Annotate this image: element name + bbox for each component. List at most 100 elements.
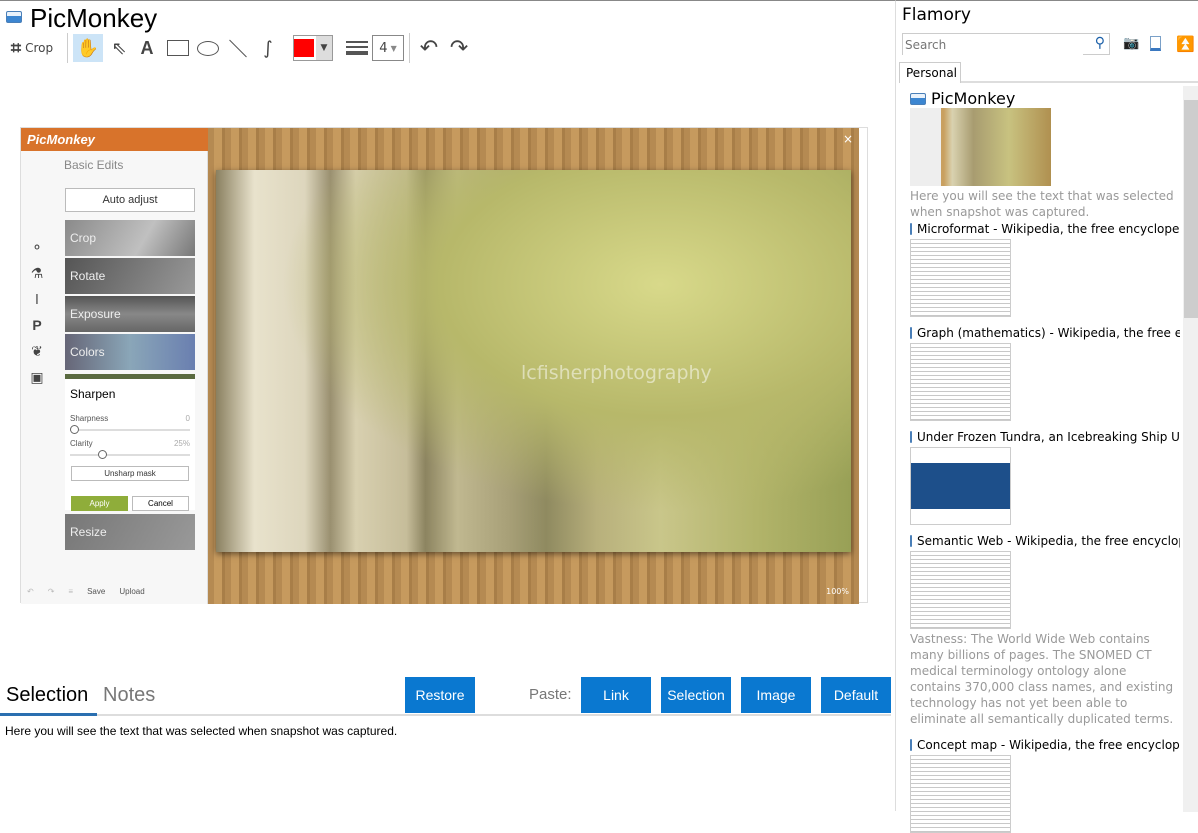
ellipse-tool-button[interactable] [196, 35, 220, 61]
snapshot-image[interactable]: PicMonkey Basic Edits Auto adjust ⚬ ⚗ ǀ P ❦ ▣… [20, 127, 868, 604]
colors-tool[interactable]: Colors [65, 334, 195, 370]
flamory-title: Flamory [902, 5, 971, 25]
text-icon[interactable]: P [28, 312, 46, 338]
thumbnail [910, 343, 1011, 421]
photo: lcfisherphotography [216, 170, 851, 552]
clarity-slider[interactable] [70, 450, 190, 459]
layers-icon[interactable]: ≡ [68, 587, 73, 596]
tab-selection[interactable]: Selection [6, 684, 88, 707]
paste-default-button[interactable]: Default [821, 677, 891, 713]
picmonkey-footer: ↶ ↷ ≡ Save Upload [27, 587, 207, 596]
collapse-icon[interactable]: ⏫ [1176, 35, 1195, 53]
rectangle-icon [167, 40, 189, 56]
app-icon [910, 223, 912, 235]
chevron-down-icon: ▼ [316, 36, 332, 60]
search-icon[interactable]: ⚲ [1095, 35, 1105, 51]
crop-button[interactable]: ⌗ Crop [6, 35, 58, 61]
tab-notes[interactable]: Notes [103, 684, 155, 707]
basic-edits-icon[interactable]: ⚬ [28, 234, 46, 260]
close-icon[interactable]: × [843, 132, 853, 146]
active-tab-indicator [0, 713, 97, 716]
undo-button[interactable]: ↶ [417, 35, 441, 61]
line-icon [229, 39, 247, 57]
camera-icon[interactable]: 📷 [1123, 36, 1139, 51]
zoom-level: 100% [826, 587, 849, 596]
rotate-tool[interactable]: Rotate [65, 258, 195, 294]
snapshot-item[interactable]: Graph (mathematics) - Wikipedia, the fre… [910, 326, 1180, 421]
app-icon [910, 327, 912, 339]
search-input[interactable] [903, 35, 1083, 55]
apply-button[interactable]: Apply [71, 496, 128, 511]
rectangle-tool-button[interactable] [166, 35, 190, 61]
text-icon: A [140, 37, 154, 58]
restore-button[interactable]: Restore [405, 677, 475, 713]
chevron-down-icon: ▼ [390, 43, 397, 53]
app-icon [910, 739, 912, 751]
clarity-label: Clarity [70, 439, 93, 448]
sharpness-slider[interactable] [70, 425, 190, 434]
line-width-icon [345, 35, 369, 61]
snapshot-pane: PicMonkey ⌗ Crop ✋ ⇖ A ∫ ▼ 4 ▼ ↶ ↷ PicMonk… [0, 0, 895, 811]
upload-link[interactable]: Upload [119, 587, 144, 596]
overlays-icon[interactable]: ❦ [28, 338, 46, 364]
snapshot-item[interactable]: Concept map - Wikipedia, the free encycl… [910, 738, 1180, 833]
pointer-tool-button[interactable]: ⇖ [108, 35, 130, 61]
cancel-button[interactable]: Cancel [132, 496, 189, 511]
tab-divider [960, 81, 1198, 83]
selection-text[interactable]: Here you will see the text that was sele… [5, 724, 397, 738]
redo-icon: ↷ [449, 35, 469, 61]
squiggle-icon: ∫ [263, 37, 273, 59]
snapshot-item[interactable]: Microformat - Wikipedia, the free encycl… [910, 222, 1180, 317]
clarity-value: 25% [173, 439, 190, 448]
resize-tool[interactable]: Resize [65, 514, 195, 550]
thumbnail [910, 755, 1011, 833]
frames-icon[interactable]: ▣ [28, 364, 46, 390]
app-icon [910, 431, 912, 443]
flamory-panel: Flamory ⚲ 📷 ⏫ Personal PicMonkey Here yo… [895, 0, 1198, 833]
window-title: PicMonkey [30, 3, 158, 33]
line-width-select[interactable]: 4 ▼ [372, 35, 404, 61]
app-icon [910, 92, 926, 105]
app-icon [6, 11, 22, 23]
effects-icon[interactable]: ⚗ [28, 260, 46, 286]
paste-image-button[interactable]: Image [741, 677, 811, 713]
search-box[interactable]: ⚲ [902, 33, 1110, 55]
sharpness-label: Sharpness [70, 414, 109, 423]
scrollbar[interactable] [1183, 86, 1198, 812]
paste-selection-button[interactable]: Selection [661, 677, 731, 713]
scrollbar-thumb[interactable] [1184, 100, 1198, 318]
unsharp-mask-button[interactable]: Unsharp mask [71, 466, 189, 481]
snapshot-item[interactable]: Semantic Web - Wikipedia, the free encyc… [910, 534, 1180, 727]
thumbnail [910, 447, 1011, 525]
tab-personal[interactable]: Personal [899, 62, 961, 83]
exposure-tool[interactable]: Exposure [65, 296, 195, 332]
sharpness-value: 0 [185, 414, 190, 423]
save-link[interactable]: Save [87, 587, 105, 596]
color-picker[interactable]: ▼ [293, 35, 333, 61]
thumbnail [910, 108, 1051, 186]
crop-icon: ⌗ [10, 37, 22, 59]
snapshot-item[interactable]: Under Frozen Tundra, an Icebreaking Ship… [910, 430, 1180, 525]
thumbnail [910, 239, 1011, 317]
paste-link-button[interactable]: Link [581, 677, 651, 713]
divider [409, 33, 410, 63]
text-tool-button[interactable]: A [136, 35, 158, 61]
redo-button[interactable]: ↷ [447, 35, 471, 61]
sharpen-title: Sharpen [70, 387, 116, 401]
snapshot-item[interactable]: PicMonkey Here you will see the text tha… [910, 89, 1180, 220]
freehand-tool-button[interactable]: ∫ [258, 35, 278, 61]
undo-icon[interactable]: ↶ [27, 587, 34, 596]
auto-adjust-button[interactable]: Auto adjust [65, 188, 195, 212]
picmonkey-sidebar: PicMonkey Basic Edits Auto adjust ⚬ ⚗ ǀ P ❦ ▣… [21, 128, 208, 604]
touch-up-icon[interactable]: ǀ [28, 286, 46, 312]
redo-icon[interactable]: ↷ [48, 587, 55, 596]
watermark: lcfisherphotography [521, 362, 712, 384]
hand-tool-button[interactable]: ✋ [73, 34, 103, 62]
line-tool-button[interactable] [226, 35, 250, 61]
tab-divider [0, 714, 891, 716]
cursor-icon: ⇖ [111, 37, 127, 59]
crop-tool[interactable]: Crop [65, 220, 195, 256]
divider [67, 33, 68, 63]
document-icon[interactable] [1150, 36, 1161, 51]
app-icon [910, 535, 912, 547]
